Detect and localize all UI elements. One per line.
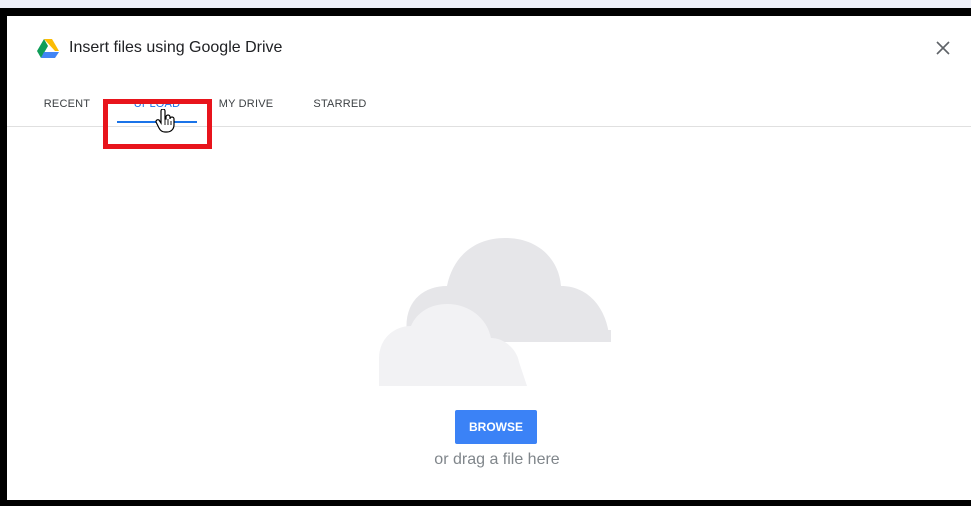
tab-recent[interactable]: RECENT	[37, 84, 97, 124]
tab-starred[interactable]: STARRED	[309, 84, 371, 124]
close-icon[interactable]	[931, 36, 955, 60]
cloud-icon	[379, 238, 611, 386]
insert-files-dialog: Insert files using Google Drive RECENT U…	[7, 16, 971, 500]
dialog-titlebar: Insert files using Google Drive	[7, 16, 971, 84]
dialog-title: Insert files using Google Drive	[69, 39, 283, 56]
drag-drop-hint: or drag a file here	[434, 451, 560, 468]
hand-cursor-icon	[155, 109, 175, 133]
browse-button[interactable]: BROWSE	[455, 410, 537, 444]
tab-my-drive[interactable]: MY DRIVE	[207, 84, 285, 124]
google-drive-icon	[37, 39, 59, 58]
